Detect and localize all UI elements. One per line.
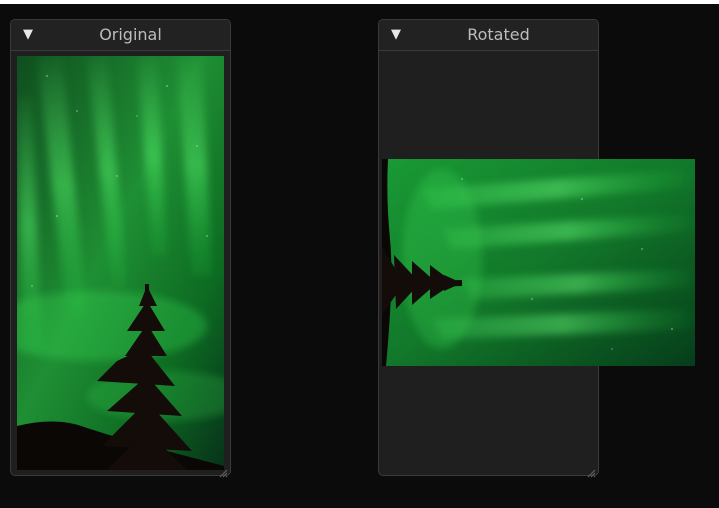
resize-grip-icon[interactable] bbox=[586, 463, 596, 478]
original-image bbox=[17, 56, 224, 470]
original-window[interactable]: ▼ Original bbox=[10, 19, 231, 478]
resize-grip-icon[interactable] bbox=[218, 463, 228, 478]
triangle-down-icon[interactable]: ▼ bbox=[389, 26, 403, 44]
top-edge-strip bbox=[0, 0, 719, 4]
rotated-image bbox=[382, 159, 695, 366]
triangle-down-icon[interactable]: ▼ bbox=[21, 26, 35, 44]
rotated-window-title: Rotated bbox=[467, 25, 530, 44]
original-window-title: Original bbox=[99, 25, 162, 44]
rotated-window-titlebar[interactable]: ▼ Rotated bbox=[379, 20, 598, 51]
original-window-titlebar[interactable]: ▼ Original bbox=[11, 20, 230, 51]
